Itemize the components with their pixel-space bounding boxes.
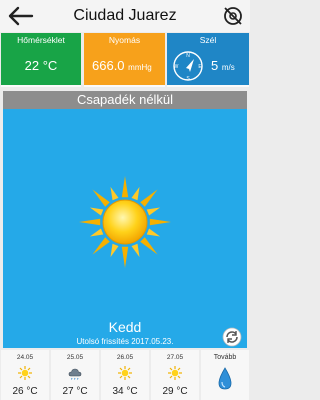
current-weather-panel: Kedd Utolsó frissítés 2017.05.23. — [3, 109, 247, 348]
sun-icon — [79, 176, 171, 268]
compass-icon: N S W E — [173, 51, 203, 82]
forecast-day[interactable]: 24.05 26 °C — [1, 350, 49, 400]
sun-icon — [118, 366, 132, 380]
last-updated: Utolsó frissítés 2017.05.23. — [76, 337, 174, 346]
wind-unit: m/s — [221, 63, 235, 72]
forecast-date: 25.05 — [66, 354, 84, 361]
sun-icon — [18, 366, 32, 380]
pressure-label: Nyomás — [84, 33, 165, 47]
wind-tile[interactable]: Szél N S W E 5 m/s — [167, 33, 249, 87]
settings-button[interactable] — [222, 5, 244, 27]
forecast-date: 26.05 — [116, 354, 134, 361]
page-title: Ciudad Juarez — [73, 7, 177, 24]
forecast-temp: 27 °C — [62, 386, 88, 397]
gear-circle-icon — [224, 7, 242, 25]
forecast-date: 27.05 — [166, 354, 184, 361]
forecast-temp: 26 °C — [12, 386, 38, 397]
info-tiles: Hőmérséklet 22 °C Nyomás 666.0 mmHg Szél… — [0, 33, 250, 87]
arrow-left-icon — [8, 6, 34, 26]
wind-value: 5 — [211, 58, 219, 73]
pressure-tile[interactable]: Nyomás 666.0 mmHg — [84, 33, 165, 87]
temperature-tile[interactable]: Hőmérséklet 22 °C — [1, 33, 81, 87]
forecast-day[interactable]: 25.05 27 °C — [51, 350, 99, 400]
wind-label: Szél — [167, 33, 249, 47]
more-label: Tovább — [213, 354, 237, 361]
more-button[interactable]: Tovább — [201, 350, 249, 400]
cloud-icon — [68, 368, 82, 380]
day-name: Kedd — [108, 319, 142, 335]
back-button[interactable] — [6, 4, 36, 28]
refresh-button[interactable] — [222, 327, 242, 347]
forecast-day[interactable]: 27.05 29 °C — [151, 350, 199, 400]
refresh-icon — [222, 327, 242, 347]
svg-text:S: S — [186, 76, 190, 82]
forecast-day[interactable]: 26.05 34 °C — [101, 350, 149, 400]
temperature-value: 22 °C — [24, 58, 58, 73]
forecast-strip: 24.05 26 °C 25.05 27 °C 26.05 34 °C 27.0… — [0, 350, 250, 400]
forecast-date: 24.05 — [16, 354, 34, 361]
forecast-temp: 34 °C — [112, 386, 138, 397]
precipitation-status: Csapadék nélkül — [3, 91, 247, 109]
water-drop-icon — [218, 367, 232, 390]
svg-text:N: N — [186, 53, 190, 59]
pressure-value: 666.0 — [92, 58, 125, 73]
top-bar: Ciudad Juarez — [0, 0, 250, 32]
forecast-temp: 29 °C — [162, 386, 188, 397]
svg-text:W: W — [174, 64, 179, 70]
temperature-label: Hőmérséklet — [1, 33, 81, 47]
pressure-unit: mmHg — [128, 63, 152, 72]
sun-icon — [168, 366, 182, 380]
